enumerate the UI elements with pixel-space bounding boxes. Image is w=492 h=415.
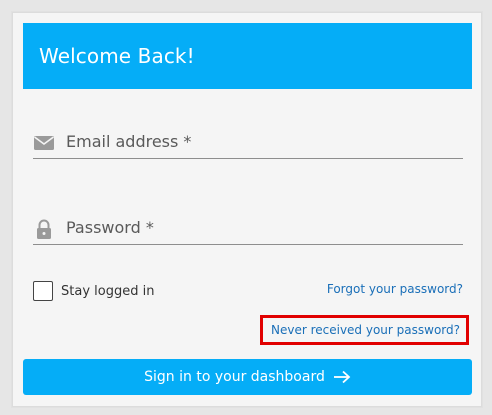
never-received-password-link[interactable]: Never received your password? [259, 315, 469, 345]
stay-logged-in-checkbox[interactable] [33, 281, 53, 301]
envelope-icon [33, 132, 55, 154]
forgot-password-link[interactable]: Forgot your password? [327, 282, 463, 296]
lock-icon [33, 218, 55, 240]
password-field [33, 211, 463, 245]
stay-logged-in-label: Stay logged in [61, 283, 155, 299]
stay-logged-in-toggle[interactable]: Stay logged in [33, 281, 154, 301]
card-header: Welcome Back! [23, 23, 472, 89]
password-input[interactable] [66, 213, 456, 241]
email-input[interactable] [66, 127, 456, 155]
page-title: Welcome Back! [39, 44, 195, 68]
sign-in-button[interactable]: Sign in to your dashboard [23, 359, 472, 395]
sign-in-button-label: Sign in to your dashboard [144, 369, 325, 385]
email-field [33, 125, 463, 159]
arrow-right-icon [333, 370, 351, 384]
login-card: Welcome Back! Stay logged in Forgot your… [12, 12, 482, 407]
